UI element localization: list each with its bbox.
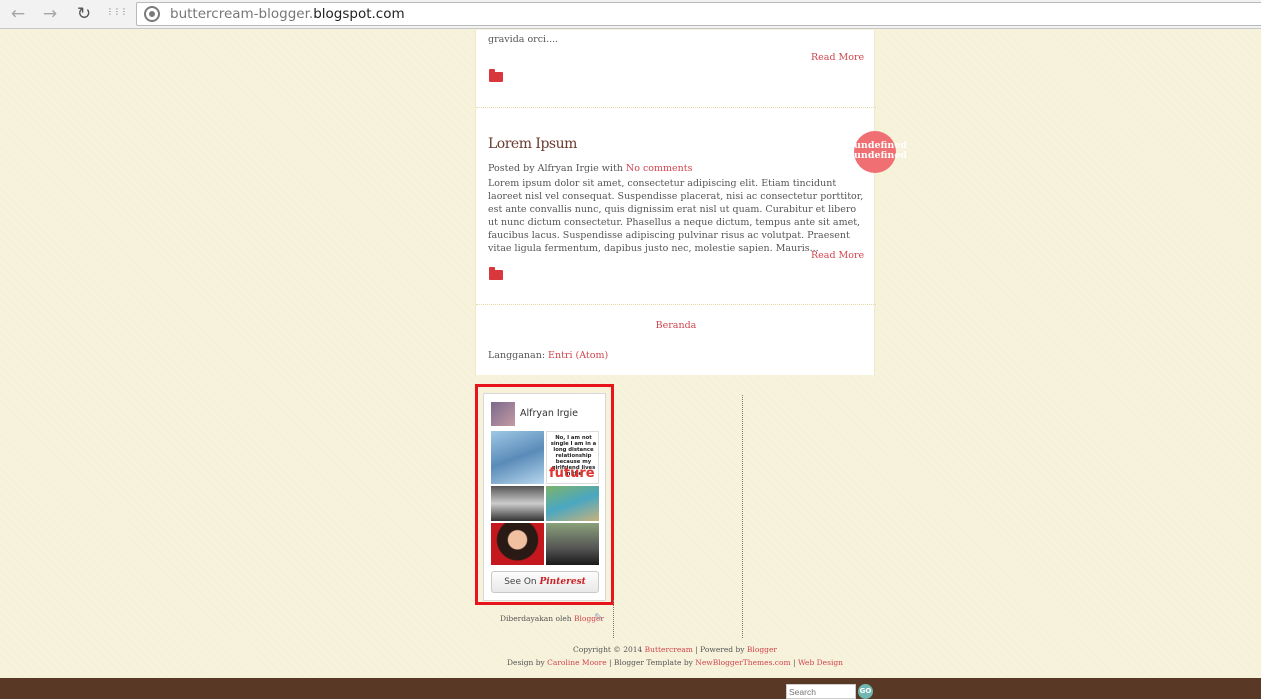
- folder-icon[interactable]: [489, 69, 503, 82]
- browser-toolbar: ← → ↻ ⋮⋮⋮ buttercream-blogger.blogspot.c…: [0, 0, 1261, 29]
- sidebar-divider: [613, 600, 614, 638]
- powered-by: Diberdayakan oleh Blogger: [500, 614, 604, 623]
- pin-image[interactable]: [491, 431, 544, 484]
- address-bar[interactable]: buttercream-blogger.blogspot.com: [136, 2, 1261, 26]
- post-divider: [476, 304, 876, 305]
- pin-quote-highlight: future: [549, 466, 595, 481]
- comments-link[interactable]: No comments: [626, 163, 693, 174]
- pinterest-logo: Pinterest: [539, 577, 586, 587]
- pinterest-user-name[interactable]: Alfryan Irgie: [520, 408, 578, 419]
- designer-link[interactable]: Caroline Moore: [547, 658, 607, 667]
- forward-icon[interactable]: →: [40, 4, 60, 24]
- url-domain: blogspot.com: [313, 6, 405, 22]
- prev-post-tail: gravida orci....: [488, 34, 559, 45]
- search-input[interactable]: [786, 684, 856, 699]
- design-by-text: Design by: [507, 658, 548, 667]
- read-more-link[interactable]: Read More: [811, 250, 864, 261]
- back-icon[interactable]: ←: [8, 4, 28, 24]
- copyright-line: Copyright © 2014 Buttercream | Powered b…: [475, 645, 875, 654]
- pin-image[interactable]: [491, 523, 544, 565]
- powered-by-text: | Powered by: [692, 645, 747, 654]
- edit-icon[interactable]: ✎: [594, 612, 608, 624]
- pin-image[interactable]: [546, 486, 599, 521]
- powered-by-label: Diberdayakan oleh: [500, 614, 575, 623]
- date-badge: undefined undefined: [854, 131, 908, 173]
- post-excerpt: Lorem ipsum dolor sit amet, consectetur …: [488, 178, 864, 254]
- reload-icon[interactable]: ↻: [74, 4, 94, 24]
- template-by-text: | Blogger Template by: [606, 658, 696, 667]
- separator-text: |: [790, 658, 798, 667]
- subscribe-label: Langganan:: [488, 350, 549, 361]
- url-prefix: buttercream-blogger.: [170, 6, 314, 22]
- prev-read-more-link[interactable]: Read More: [811, 52, 864, 63]
- pin-image[interactable]: No, I am not single I am in a long dista…: [546, 431, 599, 484]
- post-divider: [476, 107, 876, 108]
- web-design-link[interactable]: Web Design: [798, 658, 843, 667]
- post-byline: Posted by Alfryan Irgie with No comments: [488, 162, 692, 175]
- site-info-icon[interactable]: [144, 6, 160, 22]
- template-site-link[interactable]: NewBloggerThemes.com: [695, 658, 790, 667]
- design-credit-line: Design by Caroline Moore | Blogger Templ…: [475, 658, 875, 667]
- footer-blogger-link[interactable]: Blogger: [747, 645, 777, 654]
- see-on-label: See On: [504, 577, 540, 587]
- apps-icon[interactable]: ⋮⋮⋮: [106, 8, 128, 28]
- home-link[interactable]: Beranda: [476, 319, 876, 332]
- bottom-bar: GO: [0, 678, 1261, 699]
- subscribe-line: Langganan: Entri (Atom): [488, 349, 608, 362]
- url-text: buttercream-blogger.blogspot.com: [170, 5, 405, 23]
- buttercream-link[interactable]: Buttercream: [645, 645, 693, 654]
- byline-text: Posted by Alfryan Irgie with: [488, 163, 626, 174]
- sidebar-divider: [742, 395, 743, 638]
- main-column: gravida orci.... Read More Lorem Ipsum u…: [475, 30, 907, 375]
- post-title[interactable]: Lorem Ipsum: [488, 136, 577, 152]
- pin-image[interactable]: [546, 523, 599, 565]
- copyright-text: Copyright © 2014: [573, 645, 645, 654]
- subscribe-atom-link[interactable]: Entri (Atom): [548, 350, 608, 361]
- badge-line-2: undefined: [854, 150, 908, 161]
- pinterest-widget[interactable]: Alfryan Irgie No, I am not single I am i…: [483, 393, 606, 601]
- see-on-pinterest-button[interactable]: See On Pinterest: [491, 571, 599, 593]
- folder-icon[interactable]: [489, 267, 503, 280]
- pin-image[interactable]: [491, 486, 544, 521]
- search-button[interactable]: GO: [858, 684, 873, 699]
- avatar[interactable]: [491, 402, 515, 426]
